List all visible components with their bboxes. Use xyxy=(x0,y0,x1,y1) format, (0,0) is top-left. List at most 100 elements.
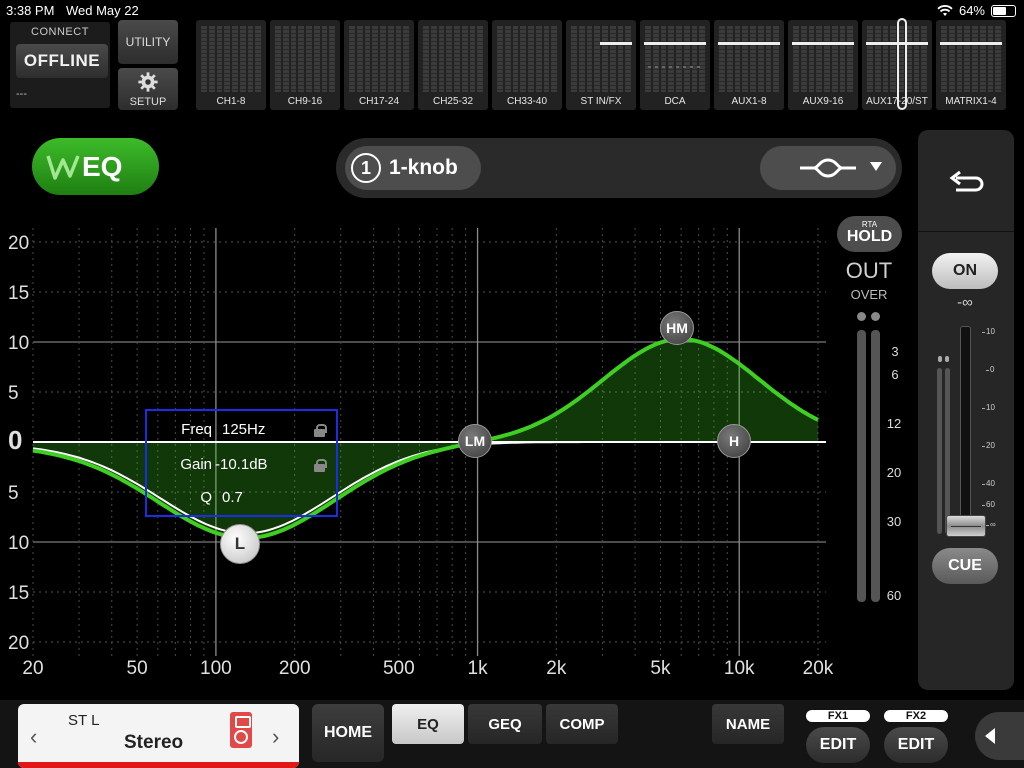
bank-fader-mark xyxy=(792,42,854,45)
bank-label: MATRIX1-4 xyxy=(945,96,997,107)
bank-button[interactable]: AUX1-8 xyxy=(714,20,784,110)
y-tick-label: 20 xyxy=(8,233,29,254)
tab-comp[interactable]: COMP xyxy=(546,704,618,744)
fader-scale-label: 10 xyxy=(982,403,1008,412)
bank-button[interactable]: ST IN/FX xyxy=(566,20,636,110)
output-meter-left xyxy=(857,330,866,602)
x-tick-label: 20 xyxy=(22,658,43,679)
meter-scale-label: 3 xyxy=(891,344,899,359)
freq-row[interactable]: Freq 125Hz xyxy=(147,421,337,447)
eq-on-button[interactable]: EQ xyxy=(32,138,159,195)
chevron-left-icon xyxy=(985,728,995,744)
fader-knob[interactable] xyxy=(946,515,986,537)
eq-logo-label: EQ xyxy=(82,150,123,182)
bank-faders xyxy=(349,26,409,92)
knob-number: 1 xyxy=(351,153,381,183)
meter-scale-label: 6 xyxy=(891,367,899,382)
gain-value[interactable]: -10.1dB xyxy=(215,456,268,473)
one-knob-button[interactable]: 1 1-knob xyxy=(345,146,481,190)
knob-label: 1-knob xyxy=(389,156,458,179)
bank-label: CH25-32 xyxy=(432,96,474,107)
connect-panel: CONNECT OFFLINE --- xyxy=(10,22,110,108)
expand-panel-button[interactable] xyxy=(975,712,1024,760)
band-high-handle[interactable]: H xyxy=(717,424,751,458)
eq-graph[interactable]: 20151050510152020 50 100 200 500 1k 2k 5k 10k 20k xyxy=(0,220,840,680)
channel-name: ST L xyxy=(68,712,100,729)
bank-button[interactable]: CH25-32 xyxy=(418,20,488,110)
band-low-handle[interactable]: L xyxy=(220,524,260,564)
bank-faders xyxy=(423,26,483,92)
bank-button[interactable]: AUX9-16 xyxy=(788,20,858,110)
status-date: Wed May 22 xyxy=(66,3,139,18)
bank-button[interactable]: CH33-40 xyxy=(492,20,562,110)
bank-button[interactable]: CH17-24 xyxy=(344,20,414,110)
rta-hold-button[interactable]: RTA HOLD xyxy=(837,216,902,252)
bank-faders xyxy=(571,26,631,92)
home-button[interactable]: HOME xyxy=(312,704,384,762)
gain-row[interactable]: Gain -10.1dB xyxy=(147,456,337,482)
gear-icon xyxy=(138,72,158,92)
status-bar: 3:38 PM Wed May 22 64% xyxy=(0,0,1024,20)
fx2-edit-button[interactable]: EDIT xyxy=(884,727,948,763)
x-tick-label: 100 xyxy=(200,658,232,679)
channel-on-button[interactable]: ON xyxy=(932,253,998,289)
fader-scale-label: 10 xyxy=(982,327,1008,336)
chevron-right-icon[interactable]: › xyxy=(272,724,279,750)
offline-button[interactable]: OFFLINE xyxy=(16,44,108,78)
fader-meter-led xyxy=(938,356,942,362)
eq-curve-icon xyxy=(800,158,856,178)
x-tick-label: 50 xyxy=(127,658,148,679)
bank-fader-mark xyxy=(718,42,780,45)
band-high-mid-handle[interactable]: HM xyxy=(660,311,694,345)
bank-faders xyxy=(201,26,261,92)
x-tick-label: 20k xyxy=(803,658,834,679)
bank-button[interactable]: CH1-8 xyxy=(196,20,266,110)
freq-label: Freq xyxy=(181,421,212,438)
q-row[interactable]: Q 0.7 xyxy=(147,489,337,515)
x-tick-label: 10k xyxy=(724,658,755,679)
tab-geq[interactable]: GEQ xyxy=(468,704,542,744)
y-tick-label: 15 xyxy=(8,283,29,304)
channel-selector[interactable]: ‹ ST L Stereo › xyxy=(18,704,299,768)
bank-button[interactable]: MATRIX1-4 xyxy=(936,20,1006,110)
lock-icon[interactable] xyxy=(314,424,327,437)
fx1-edit-button[interactable]: EDIT xyxy=(806,727,870,763)
x-tick-label: 1k xyxy=(468,658,489,679)
battery-percent: 64% xyxy=(958,3,985,18)
band-low-mid-handle[interactable]: LM xyxy=(458,424,492,458)
y-tick-label: 10 xyxy=(8,533,29,554)
fader-scale-label: 20 xyxy=(982,441,1008,450)
bank-label: DCA xyxy=(664,96,686,107)
freq-value[interactable]: 125Hz xyxy=(222,421,265,438)
fader-scale-label: 60 xyxy=(982,500,1008,509)
bank-faders xyxy=(645,26,705,92)
fader-track[interactable] xyxy=(960,326,971,534)
eq-type-dropdown[interactable] xyxy=(760,146,896,190)
fader-meter-left xyxy=(937,368,942,534)
eq-wave-icon xyxy=(46,154,80,180)
utility-button[interactable]: UTILITY xyxy=(118,20,178,64)
bank-button[interactable]: CH9-16 xyxy=(270,20,340,110)
setup-button[interactable]: SETUP xyxy=(118,68,178,110)
x-tick-label: 2k xyxy=(546,658,567,679)
bank-label: AUX1-8 xyxy=(731,96,767,107)
chevron-left-icon[interactable]: ‹ xyxy=(30,724,37,750)
eq-parameter-box[interactable]: Freq 125Hz Gain -10.1dB Q 0.7 xyxy=(145,409,338,517)
name-button[interactable]: NAME xyxy=(712,704,784,744)
meter-scale-label: 20 xyxy=(886,465,902,480)
tab-eq[interactable]: EQ xyxy=(392,704,464,744)
stagemix-app: 3:38 PM Wed May 22 64% CONNECT OFFLINE -… xyxy=(0,0,1024,768)
bank-view-selector[interactable] xyxy=(897,18,907,110)
undo-arrow-icon[interactable] xyxy=(948,170,986,198)
channel-color-bar xyxy=(18,762,299,768)
out-label: OUT xyxy=(845,258,893,283)
battery-icon xyxy=(991,4,1016,17)
y-tick-label: 20 xyxy=(8,633,29,654)
lock-icon[interactable] xyxy=(314,459,327,472)
bank-button[interactable]: DCA xyxy=(640,20,710,110)
cue-button[interactable]: CUE xyxy=(932,548,998,584)
q-value[interactable]: 0.7 xyxy=(222,489,243,506)
over-label: OVER xyxy=(850,287,888,302)
speaker-icon xyxy=(230,712,252,748)
bank-faders xyxy=(497,26,557,92)
